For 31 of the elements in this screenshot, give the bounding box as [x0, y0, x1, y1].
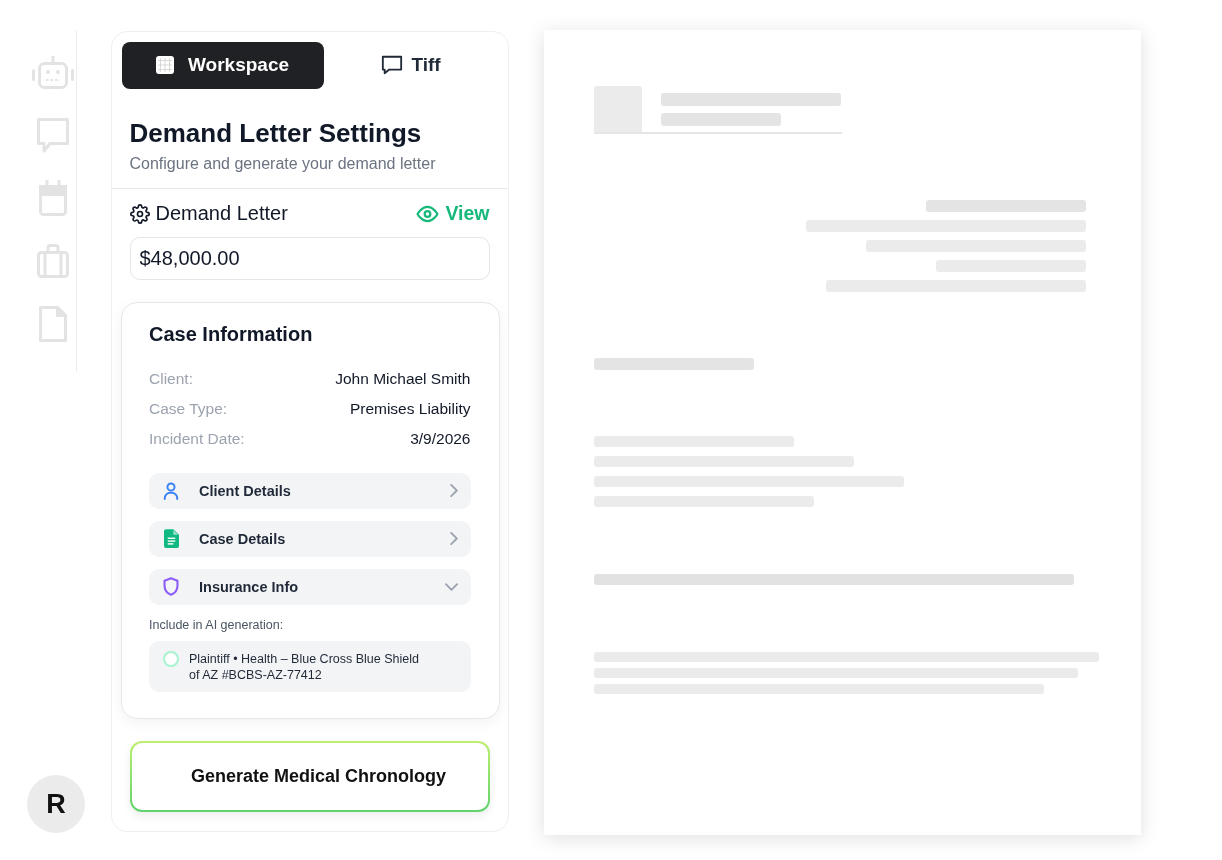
grid-icon — [156, 56, 174, 74]
accordion-row[interactable]: Insurance Info — [149, 568, 471, 605]
field-value: Premises Liability — [349, 399, 471, 418]
field-label: Case Type: — [149, 399, 228, 418]
panel-title: Demand Letter Settings — [129, 116, 423, 149]
briefcase-icon[interactable] — [37, 244, 69, 278]
radio-button[interactable] — [163, 650, 179, 667]
eye-icon — [416, 204, 440, 223]
chat-icon — [381, 54, 404, 76]
amount-field[interactable]: $48,000.00 — [129, 236, 490, 280]
accordion-row[interactable]: Client Details — [149, 472, 471, 509]
card-title: Case Information — [149, 321, 314, 347]
settings-icon — [129, 203, 150, 224]
policy-label: Plaintiff • Health – Blue Cross Blue Shield of AZ #BCBS-AZ-77412 — [189, 650, 420, 683]
accordion-row[interactable]: Case Details — [149, 520, 471, 557]
include-label: Include in AI generation: — [149, 616, 285, 633]
calendar-icon[interactable] — [39, 180, 67, 216]
policy-option[interactable]: Plaintiff • Health – Blue Cross Blue Shield of AZ #BCBS-AZ-77412 — [149, 640, 471, 692]
tab[interactable]: Tiff — [323, 41, 499, 89]
field-value: John Michael Smith — [335, 369, 471, 388]
section-label: Demand Letter — [155, 202, 288, 225]
panel-subtitle: Configure and generate your demand letter — [129, 153, 437, 174]
user-avatar[interactable]: R — [27, 775, 85, 833]
file-icon[interactable] — [39, 306, 67, 342]
field-label: Incident Date: — [149, 429, 245, 448]
field-label: Client: — [149, 369, 193, 388]
tab[interactable]: Workspace — [121, 41, 324, 89]
robot-icon[interactable] — [32, 55, 74, 89]
chat-icon[interactable] — [37, 117, 69, 153]
generate-button[interactable]: Generate Medical Chronology — [129, 740, 490, 812]
field-value: 3/9/2026 — [410, 429, 471, 448]
